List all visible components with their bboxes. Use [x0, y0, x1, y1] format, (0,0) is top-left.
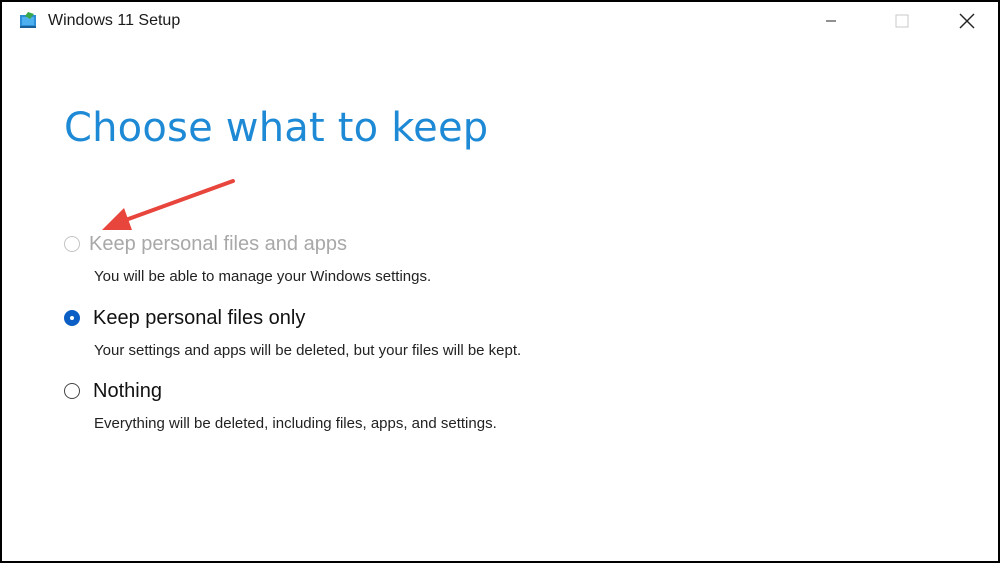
maximize-button[interactable] — [879, 2, 925, 40]
close-button[interactable] — [944, 2, 990, 40]
window-title: Windows 11 Setup — [48, 12, 181, 29]
option-row: Keep personal files only — [62, 304, 305, 332]
minimize-icon — [826, 20, 836, 22]
title-bar: Windows 11 Setup — [2, 2, 998, 40]
radio-nothing[interactable] — [64, 383, 80, 399]
close-icon — [959, 13, 975, 29]
option-description: You will be able to manage your Windows … — [94, 268, 432, 285]
minimize-button[interactable] — [808, 2, 854, 40]
option-description: Your settings and apps will be deleted, … — [94, 342, 522, 359]
option-row: Nothing — [62, 377, 162, 405]
radio-keep-files-only[interactable] — [64, 310, 80, 326]
windows-setup-icon — [19, 11, 39, 29]
option-description: Everything will be deleted, including fi… — [94, 415, 497, 432]
option-row: Keep personal files and apps — [62, 230, 347, 258]
option-label: Nothing — [93, 380, 162, 402]
maximize-icon — [895, 14, 909, 28]
radio-keep-files-and-apps[interactable] — [64, 236, 80, 252]
option-label: Keep personal files only — [93, 307, 306, 329]
page-heading: Choose what to keep — [64, 105, 489, 151]
setup-window: Windows 11 Setup Choose what to keep Kee… — [0, 0, 1000, 563]
option-label: Keep personal files and apps — [89, 233, 347, 255]
